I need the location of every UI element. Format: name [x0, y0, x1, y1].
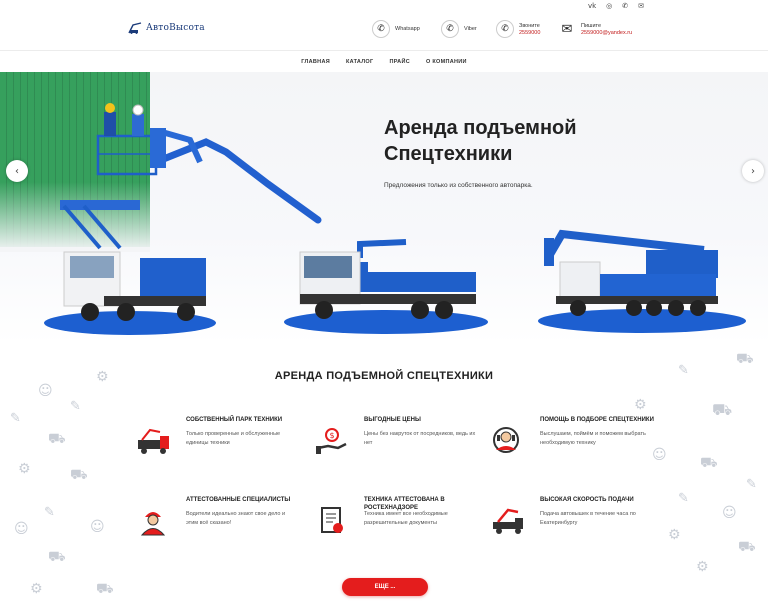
- wrench-outline-icon: ✎: [746, 477, 757, 492]
- mail-icon[interactable]: ✉: [638, 1, 644, 11]
- envelope-icon: ✉: [561, 21, 573, 37]
- contact-whatsapp[interactable]: ✆ Whatsapp: [372, 20, 420, 38]
- contact-label: Viber: [464, 26, 477, 32]
- chevron-right-icon: ›: [751, 165, 755, 177]
- truck-outline-icon: ⛟: [48, 431, 66, 447]
- feature-rostekhnadzor: ТЕХНИКА АТТЕСТОВАНА В РОСТЕХНАДЗОРЕ Техн…: [314, 496, 494, 556]
- crane-logo-icon: [128, 22, 142, 34]
- document-icon: [321, 507, 343, 533]
- social-bar: vk ◎ ✆ ✉: [0, 0, 768, 12]
- contact-label: Пишите: [581, 22, 602, 29]
- feature-title: ВЫГОДНЫЕ ЦЕНЫ: [364, 417, 421, 423]
- feature-title: СОБСТВЕННЫЙ ПАРК ТЕХНИКИ: [186, 417, 283, 423]
- hero-vehicles-illustration: [44, 103, 746, 335]
- truck-outline-icon: ⛟: [70, 467, 88, 483]
- aerial-lift-truck-image: [44, 200, 216, 335]
- phone-number[interactable]: 2559000: [519, 30, 540, 36]
- email-address[interactable]: 2559000@yandex.ru: [581, 30, 632, 36]
- feature-title: АТТЕСТОВАННЫЕ СПЕЦИАЛИСТЫ: [186, 497, 291, 503]
- truck-outline-icon: ⛟: [700, 455, 718, 471]
- hero-subtitle: Предложения только из собственного автоп…: [384, 182, 533, 189]
- viber-icon: ✆: [441, 20, 459, 38]
- site-header: АвтоВысота ✆ Whatsapp ✆ Viber ✆ Звоните …: [0, 12, 768, 50]
- hero-slider: Аренда подъемной Спецтехники Предложения…: [0, 72, 768, 344]
- feature-description: Техника имеет все необходимые разрешител…: [364, 511, 448, 526]
- vk-icon[interactable]: vk: [588, 1, 596, 11]
- feature-description: Цены без накруток от посредников, ведь и…: [364, 431, 476, 446]
- nav-item-prices[interactable]: ПРАЙС: [389, 59, 410, 65]
- crane-truck-icon: [493, 508, 523, 534]
- wheel-outline-icon: ⚙: [696, 559, 709, 575]
- nav-item-home[interactable]: ГЛАВНАЯ: [301, 59, 330, 65]
- wrench-outline-icon: ✎: [678, 491, 689, 506]
- operator-icon: [493, 427, 519, 453]
- feature-description: Подача автовышек в течение часа по Екате…: [540, 511, 636, 526]
- crane-manipulator-truck-image: [284, 239, 488, 334]
- logo-text: АвтоВысота: [146, 23, 205, 33]
- slider-prev-button[interactable]: ‹: [6, 160, 28, 182]
- truck-outline-icon: ⛟: [96, 581, 114, 597]
- worker-outline-icon: ☺: [90, 519, 105, 535]
- wheel-outline-icon: ⚙: [30, 581, 43, 597]
- wrench-outline-icon: ✎: [70, 399, 81, 414]
- instagram-icon[interactable]: ◎: [606, 1, 612, 11]
- contact-phone[interactable]: ✆ Звоните 2559000: [496, 20, 540, 38]
- hero-title: Аренда подъемной Спецтехники: [384, 117, 577, 165]
- nav-item-about[interactable]: О КОМПАНИИ: [426, 59, 467, 65]
- contact-viber[interactable]: ✆ Viber: [441, 20, 477, 38]
- contact-label: Звоните: [519, 22, 540, 29]
- slider-next-button[interactable]: ›: [742, 160, 764, 182]
- whatsapp-icon: ✆: [372, 20, 390, 38]
- nav-item-catalog[interactable]: КАТАЛОГ: [346, 59, 373, 65]
- money-hand-icon: $: [316, 428, 347, 454]
- more-button[interactable]: ЕЩЕ ...: [342, 578, 428, 596]
- worker-outline-icon: ☺: [38, 383, 53, 399]
- truck-outline-icon: ⛟: [48, 549, 66, 565]
- truck-outline-icon: ⛟: [738, 539, 756, 555]
- truck-outline-icon: ⛟: [712, 400, 733, 419]
- mobile-crane-image: [538, 229, 746, 333]
- feature-description: Только проверенные и обслуженные единицы…: [186, 431, 281, 446]
- wheel-outline-icon: ⚙: [634, 397, 647, 413]
- chevron-left-icon: ‹: [15, 165, 19, 177]
- feature-description: Водители идеально знают свое дело и этим…: [186, 511, 286, 526]
- wrench-outline-icon: ✎: [44, 505, 55, 520]
- feature-certified-specialists: АТТЕСТОВАННЫЕ СПЕЦИАЛИСТЫ Водители идеал…: [136, 496, 316, 556]
- main-nav: ГЛАВНАЯ КАТАЛОГ ПРАЙС О КОМПАНИИ: [0, 50, 768, 72]
- feature-fast-delivery: ВЫСОКАЯ СКОРОСТЬ ПОДАЧИ Подача автовышек…: [490, 496, 670, 556]
- truck-crane-icon: [138, 428, 169, 454]
- contact-label: Whatsapp: [395, 26, 420, 32]
- svg-text:$: $: [330, 431, 335, 440]
- feature-selection-help: ПОМОЩЬ В ПОДБОРЕ СПЕЦТЕХНИКИ Выслушаем, …: [490, 416, 670, 476]
- truck-outline-icon: ⛟: [736, 351, 754, 367]
- worker-icon: [140, 512, 166, 536]
- feature-own-fleet: СОБСТВЕННЫЙ ПАРК ТЕХНИКИ Только проверен…: [136, 416, 316, 476]
- worker-outline-icon: ☺: [14, 521, 29, 537]
- contact-email[interactable]: ✉ Пишите 2559000@yandex.ru: [558, 20, 633, 38]
- features-title: АРЕНДА ПОДЪЕМНОЙ СПЕЦТЕХНИКИ: [274, 370, 494, 382]
- wheel-outline-icon: ⚙: [18, 461, 31, 477]
- logo[interactable]: АвтоВысота: [128, 22, 205, 34]
- feature-good-prices: $ ВЫГОДНЫЕ ЦЕНЫ Цены без накруток от пос…: [314, 416, 494, 476]
- feature-description: Выслушаем, поймём и поможем выбрать необ…: [540, 431, 646, 446]
- feature-title: ВЫСОКАЯ СКОРОСТЬ ПОДАЧИ: [540, 497, 634, 503]
- wrench-outline-icon: ✎: [10, 411, 21, 426]
- phone-icon[interactable]: ✆: [622, 1, 628, 11]
- phone-icon: ✆: [496, 20, 514, 38]
- feature-title: ПОМОЩЬ В ПОДБОРЕ СПЕЦТЕХНИКИ: [540, 417, 654, 423]
- worker-outline-icon: ☺: [722, 505, 737, 521]
